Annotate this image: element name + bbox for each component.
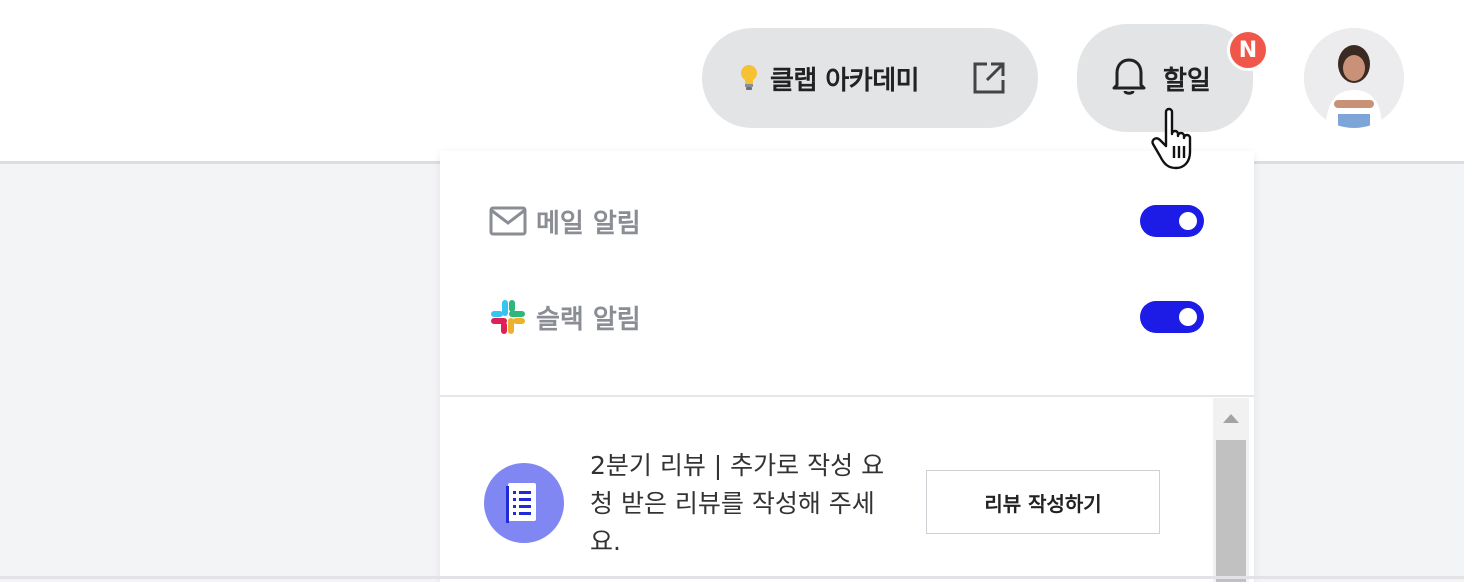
email-notification-toggle[interactable]: [1140, 205, 1204, 237]
divider: [440, 395, 1254, 397]
academy-button[interactable]: 클랩 아카데미: [702, 28, 1038, 128]
toggle-knob: [1179, 308, 1197, 326]
task-item: 2분기 리뷰 | 추가로 작성 요청 받은 리뷰를 작성해 주세요. 리뷰 작성…: [484, 447, 1164, 577]
email-notification-label: 메일 알림: [536, 208, 641, 239]
slack-notification-toggle[interactable]: [1140, 301, 1204, 333]
top-header: 클랩 아카데미 할일 N: [0, 0, 1464, 164]
new-badge: N: [1227, 29, 1269, 71]
task-description: 2분기 리뷰 | 추가로 작성 요청 받은 리뷰를 작성해 주세요.: [590, 451, 885, 556]
mail-icon: [488, 201, 528, 241]
write-review-button[interactable]: 리뷰 작성하기: [926, 470, 1160, 534]
scrollbar[interactable]: [1213, 398, 1249, 582]
user-avatar[interactable]: [1304, 28, 1404, 128]
toggle-knob: [1179, 212, 1197, 230]
slack-icon: [488, 297, 528, 337]
academy-label: 클랩 아카데미: [770, 65, 920, 96]
todo-label: 할일: [1163, 65, 1211, 96]
notification-dropdown: 메일 알림 슬랙 알림 2분기 리뷰 | 추가로 작성 요청 받은 리뷰를 작성…: [440, 151, 1254, 582]
external-link-icon: [970, 59, 1008, 97]
slack-notification-label: 슬랙 알림: [536, 304, 641, 335]
bottom-divider: [0, 576, 1464, 579]
email-notification-row: 메일 알림: [488, 201, 1204, 241]
bell-icon: [1109, 55, 1149, 101]
scroll-thumb[interactable]: [1216, 440, 1246, 582]
lightbulb-icon: [738, 62, 760, 94]
hand-pointer-icon: [1150, 106, 1206, 172]
scroll-up-arrow-icon[interactable]: [1213, 398, 1249, 438]
slack-notification-row: 슬랙 알림: [488, 297, 1204, 337]
document-icon: [484, 463, 564, 543]
